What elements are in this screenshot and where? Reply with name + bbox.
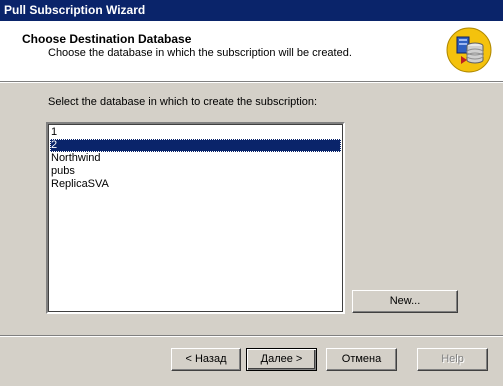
database-list-items: 1 2 Northwind pubs ReplicaSVA	[50, 126, 341, 191]
database-prompt: Select the database in which to create t…	[48, 96, 318, 108]
list-item[interactable]: Northwind	[50, 152, 341, 165]
database-list[interactable]: 1 2 Northwind pubs ReplicaSVA	[46, 122, 345, 314]
window-title: Pull Subscription Wizard	[4, 3, 146, 17]
footer-divider-highlight	[0, 336, 503, 337]
list-item[interactable]: 1	[50, 126, 341, 139]
new-database-button[interactable]: New...	[352, 290, 458, 313]
title-bar: Pull Subscription Wizard	[0, 0, 503, 21]
cancel-button[interactable]: Отмена	[326, 348, 397, 371]
page-title: Choose Destination Database	[22, 32, 192, 46]
header-divider-highlight	[0, 82, 503, 83]
wizard-window: Pull Subscription Wizard Choose Destinat…	[0, 0, 503, 386]
database-wizard-icon	[446, 27, 492, 73]
wizard-header: Choose Destination Database Choose the d…	[0, 21, 503, 81]
back-button[interactable]: < Назад	[171, 348, 241, 371]
next-button[interactable]: Далее >	[246, 348, 317, 371]
page-subtitle: Choose the database in which the subscri…	[48, 47, 352, 59]
help-button[interactable]: Help	[417, 348, 488, 371]
list-item[interactable]: ReplicaSVA	[50, 178, 341, 191]
list-item-selected[interactable]: 2	[50, 139, 341, 152]
list-item[interactable]: pubs	[50, 165, 341, 178]
